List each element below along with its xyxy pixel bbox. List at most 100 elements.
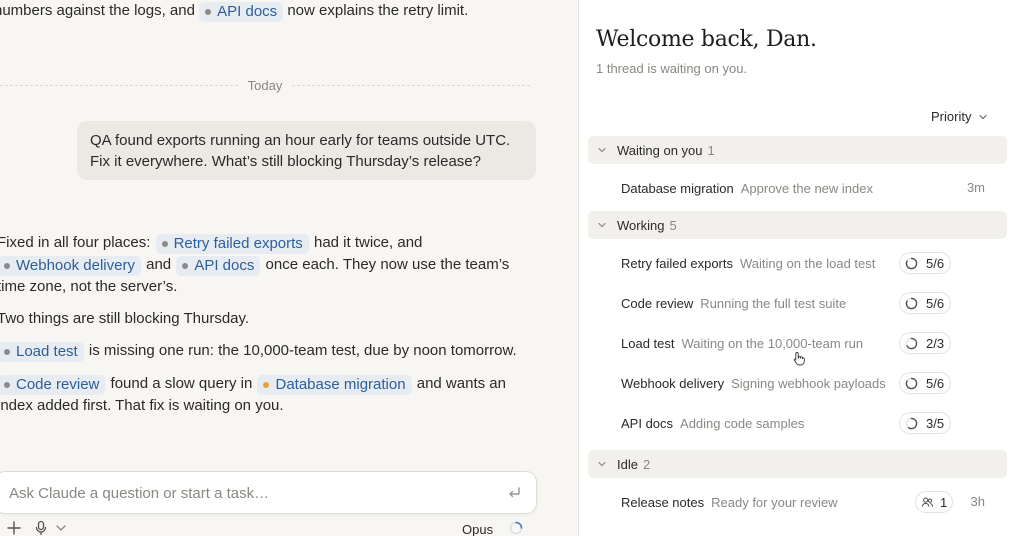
intro-text-after: now explains the retry limit. [287,2,469,19]
thread-status: Waiting on the load test [740,255,876,271]
chip-code-review[interactable]: Code review [0,375,106,395]
thread-status: Signing webhook payloads [731,375,886,391]
chip-label: Load test [16,343,78,360]
status-dot [4,263,10,269]
progress-ring-icon [905,297,918,309]
thread-time: 3h [970,494,985,509]
section-count: 2 [642,456,651,472]
status-dot [4,349,10,355]
section-title: Idle [617,456,638,472]
sort-label: Priority [931,109,972,124]
reply-text: once each. They now use the team’s [265,256,510,273]
section-working[interactable]: Working 5 [588,211,1007,239]
microphone-icon[interactable] [33,520,49,536]
chip-retry-failed-exports[interactable]: Retry failed exports [155,234,309,254]
people-icon [921,497,934,507]
progress-text: 5/6 [926,375,945,391]
chip-label: API docs [217,3,278,20]
intro-text-before: numbers against the logs, and [0,2,195,19]
progress-ring-icon [905,257,918,269]
thread-status: Running the full test suite [700,295,847,311]
progress-ring-fill [907,417,918,429]
plus-icon[interactable] [6,520,22,536]
thread-name: Release notes [621,494,705,510]
thread-status: Approve the new index [740,180,873,196]
reply-text: and [146,256,172,273]
reply-text: found a slow query in [110,375,253,392]
thread-status: Waiting on the 10,000-team run [681,335,864,351]
reply-text: had it twice, and [313,234,423,251]
reply-paragraph-1: Fixed in all four places: Retry failed e… [0,232,557,297]
divider-line-right [292,84,531,86]
thread-row-database-migration[interactable]: Database migration Approve the new index… [588,171,1007,205]
composer [0,471,537,514]
progress-ring-icon [905,417,918,429]
status-dot [263,382,270,388]
section-title: Waiting on you [617,142,703,158]
thread-status: Ready for your review [711,494,838,510]
thread-name: API docs [621,415,674,431]
section-count: 5 [669,217,677,233]
status-dot [161,241,168,247]
section-title: Working [617,217,665,233]
thread-name: Load test [621,335,675,351]
chip-database-migration[interactable]: Database migration [257,375,412,395]
progress-text: 3/5 [926,415,945,431]
chip-webhook-delivery[interactable]: Webhook delivery [0,256,141,276]
model-selector[interactable]: Opus [462,522,493,536]
section-waiting-on-you[interactable]: Waiting on you 1 [588,136,1007,164]
chevron-down-icon [979,114,988,119]
message-input[interactable] [9,482,489,504]
date-divider-label: Today [247,77,283,93]
progress-ring-icon [905,337,918,349]
reply-text: time zone, not the server’s. [0,278,178,295]
thread-row-release-notes[interactable]: Release notes Ready for your review 1 3h [588,485,1007,519]
thread-row-retry-failed-exports[interactable]: Retry failed exports Waiting on the load… [588,246,1007,280]
chat-pane: numbers against the logs, and API docs n… [0,0,578,536]
composer-toolbar: Opus [0,518,540,536]
progress-badge: 5/6 [899,292,951,314]
thread-row-api-docs[interactable]: API docs Adding code samples 3/5 [588,406,1007,440]
reply-paragraph-2: Two things are still blocking Thursday. [0,310,250,327]
previous-message-tail: numbers against the logs, and API docs n… [0,0,468,22]
threads-panel: Welcome back, Dan. 1 thread is waiting o… [578,0,1024,536]
progress-text: 5/6 [926,255,945,271]
status-dot [182,263,189,269]
chevron-down-icon[interactable] [53,520,69,536]
user-message: QA found exports running an hour early f… [77,121,536,180]
reply-paragraph-3: Load test is missing one run: the 10,000… [0,340,557,362]
chip-api-docs-2[interactable]: API docs [176,256,261,276]
thread-row-code-review[interactable]: Code review Running the full test suite … [588,286,1007,320]
reply-text: and wants an [416,375,506,392]
progress-badge: 3/5 [899,412,951,434]
status-dot [4,382,10,388]
chip-label: Webhook delivery [16,257,135,274]
chip-load-test[interactable]: Load test [0,342,84,362]
enter-icon[interactable] [506,485,522,501]
chevron-down-icon [598,147,606,153]
section-idle[interactable]: Idle 2 [588,450,1007,478]
progress-badge: 5/6 [899,252,951,274]
thread-name: Code review [621,295,694,311]
thread-row-webhook-delivery[interactable]: Webhook delivery Signing webhook payload… [588,366,1007,400]
spinner-icon [509,521,523,535]
chip-api-docs[interactable]: API docs [199,2,284,22]
thread-name: Retry failed exports [621,255,733,271]
chip-label: API docs [194,257,255,274]
reply-paragraph-4: Code review found a slow query in Databa… [0,373,557,416]
reply-text: index added first. That fix is waiting o… [0,397,284,414]
reply-text: is missing one run: the 10,000-team test… [88,342,517,359]
chip-label: Retry failed exports [173,235,303,252]
chip-label: Database migration [275,376,406,393]
thread-name: Webhook delivery [621,375,725,391]
sort-dropdown[interactable]: Priority [931,109,988,124]
welcome-heading: Welcome back, Dan. [596,27,817,52]
hand-cursor-icon [793,352,805,366]
user-message-line-2: Fix it everywhere. What’s still blocking… [90,153,481,170]
thread-status: Adding code samples [680,415,805,431]
chevron-down-icon [598,461,606,467]
progress-badge: 2/3 [899,332,951,354]
reply-text: Fixed in all four places: [0,234,151,251]
progress-ring-icon [905,377,918,389]
section-count: 1 [707,142,715,158]
